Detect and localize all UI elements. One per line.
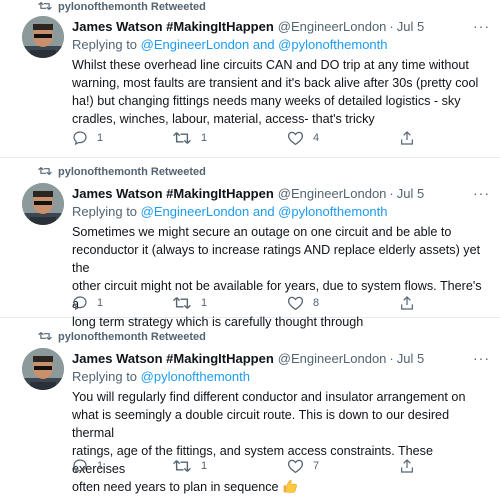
user-handle[interactable]: @EngineerLondon [278,19,387,34]
retweet-icon [173,460,191,472]
retweet-button[interactable]: 1 [172,294,207,312]
retweet-icon [173,132,191,144]
tweet-text-line: Whilst these overhead line circuits CAN … [72,58,469,72]
display-name[interactable]: James Watson #MakingItHappen [72,186,274,201]
separator-dot: · [389,18,394,34]
reply-button[interactable]: 1 [72,294,103,312]
avatar[interactable] [22,183,64,225]
replying-to: Replying to @EngineerLondon and @pylonof… [72,204,388,219]
share-icon [401,459,413,473]
reply-count: 1 [97,297,104,309]
retweet-count: 1 [201,132,208,144]
reply-button[interactable]: 1 [72,129,103,147]
tweet-text-line: cradles, winches, labour, material, acce… [72,112,375,126]
like-count: 4 [313,132,320,144]
share-button[interactable] [399,129,415,147]
reply-button[interactable]: 1 [72,457,103,475]
tweet-actions: 1 1 7 [72,457,432,475]
tweet-actions: 1 1 8 [72,294,432,312]
tweet-text-line: ha!) but changing fittings needs many we… [72,94,461,108]
avatar[interactable] [22,348,64,390]
reply-count: 1 [97,460,104,472]
tweet-header: James Watson #MakingItHappen @EngineerLo… [72,350,490,366]
tweet-text-line: Sometimes we might secure an outage on o… [72,225,452,239]
like-count: 7 [313,460,320,472]
reply-icon [73,459,87,474]
timeline-feed: pylonofthemonth Retweeted James Watson #… [0,0,500,494]
replying-to-prefix: Replying to [72,37,141,52]
retweeted-by-label[interactable]: pylonofthemonth Retweeted [58,0,206,14]
display-name[interactable]: James Watson #MakingItHappen [72,351,274,366]
thumbs-up-icon [283,479,297,493]
heart-icon [287,296,304,311]
tweet-header: James Watson #MakingItHappen @EngineerLo… [72,18,490,34]
retweeted-by-label[interactable]: pylonofthemonth Retweeted [58,165,206,179]
tweet-text: Whilst these overhead line circuits CAN … [72,56,487,128]
replying-to-prefix: Replying to [72,204,141,219]
retweet-button[interactable]: 1 [172,129,207,147]
heart-icon [287,459,304,474]
retweet-count: 1 [201,460,208,472]
avatar-photo [22,348,64,390]
retweet-count: 1 [201,297,208,309]
reply-count: 1 [97,132,104,144]
replying-to-link[interactable]: @pylonofthemonth [141,369,250,384]
retweet-icon [38,167,52,175]
like-button[interactable]: 7 [287,457,319,475]
tweet-text-line: what is seemingly a double circuit route… [72,408,450,440]
like-button[interactable]: 8 [287,294,319,312]
retweet-icon [173,297,191,309]
more-options-icon[interactable]: ··· [473,18,490,34]
tweet-date[interactable]: Jul 5 [397,351,424,366]
tweet-2[interactable]: pylonofthemonth Retweeted James Watson #… [0,158,500,329]
share-button[interactable] [399,457,415,475]
tweet-1[interactable]: pylonofthemonth Retweeted James Watson #… [0,0,500,158]
tweet-text-line: reconductor it (always to increase ratin… [72,243,481,275]
tweet-text: You will regularly find different conduc… [72,388,487,496]
tweet-header: James Watson #MakingItHappen @EngineerLo… [72,185,490,201]
retweeted-by-label[interactable]: pylonofthemonth Retweeted [58,330,206,344]
tweet-text-line: You will regularly find different conduc… [72,390,466,404]
reply-icon [73,131,87,146]
display-name[interactable]: James Watson #MakingItHappen [72,19,274,34]
tweet-text-line: warning, most faults are transient and i… [72,76,479,90]
tweet-text: Sometimes we might secure an outage on o… [72,223,487,331]
heart-icon [287,131,304,146]
share-icon [401,131,413,145]
retweet-button[interactable]: 1 [172,457,207,475]
replying-to-link[interactable]: @EngineerLondon and @pylonofthemonth [141,204,388,219]
tweet-text-line-content: often need years to plan in sequence [72,480,279,494]
reply-icon [73,296,87,311]
tweet-3[interactable]: pylonofthemonth Retweeted James Watson #… [0,318,500,494]
share-button[interactable] [399,294,415,312]
avatar-photo [22,16,64,58]
tweet-actions: 1 1 4 [72,129,432,147]
avatar-photo [22,183,64,225]
like-count: 8 [313,297,320,309]
replying-to-link[interactable]: @EngineerLondon and @pylonofthemonth [141,37,388,52]
retweet-icon [38,332,52,340]
replying-to-prefix: Replying to [72,369,141,384]
separator-dot: · [389,350,394,366]
avatar[interactable] [22,16,64,58]
user-handle[interactable]: @EngineerLondon [278,186,387,201]
more-options-icon[interactable]: ··· [473,185,490,201]
retweet-icon [38,2,52,10]
tweet-date[interactable]: Jul 5 [397,186,424,201]
more-options-icon[interactable]: ··· [473,350,490,366]
replying-to: Replying to @EngineerLondon and @pylonof… [72,37,388,52]
tweet-date[interactable]: Jul 5 [397,19,424,34]
separator-dot: · [389,185,394,201]
like-button[interactable]: 4 [287,129,319,147]
user-handle[interactable]: @EngineerLondon [278,351,387,366]
tweet-text-line: often need years to plan in sequence [72,478,487,496]
share-icon [401,296,413,310]
replying-to: Replying to @pylonofthemonth [72,369,250,384]
